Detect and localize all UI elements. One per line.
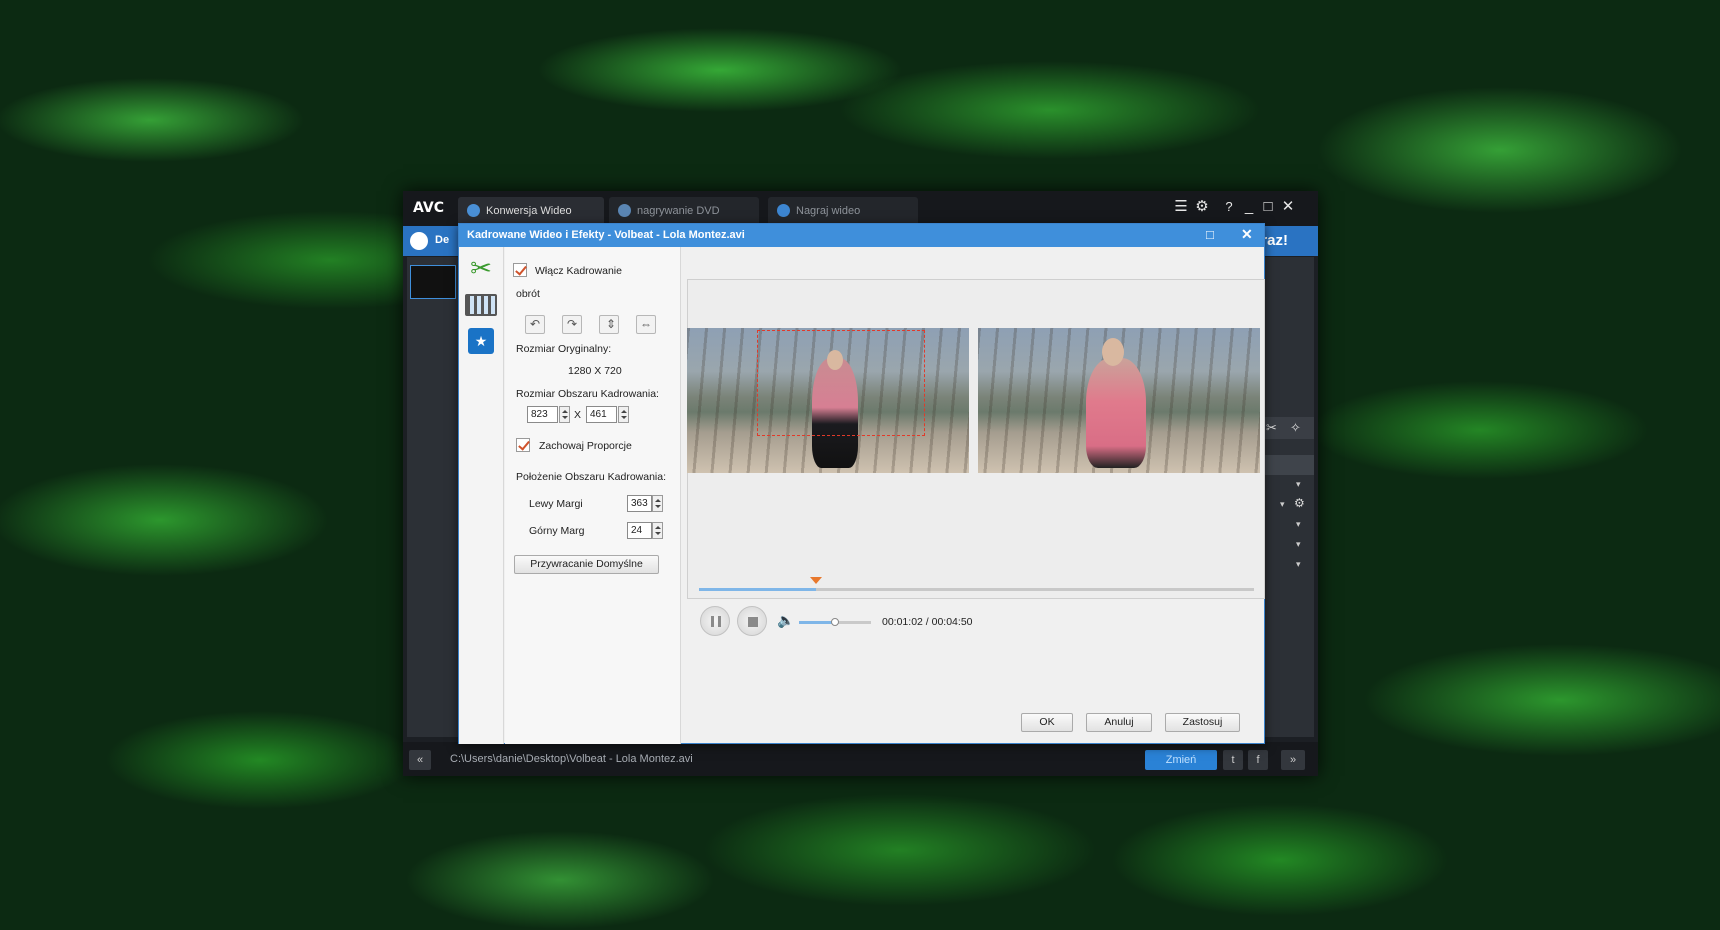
crop-position-label: Położenie Obszaru Kadrowania: — [516, 471, 667, 483]
file-path: C:\Users\danie\Desktop\Volbeat - Lola Mo… — [450, 753, 693, 765]
flip-vertical-icon: ⇕ — [606, 317, 617, 331]
options-panel: ✂ ✧ ▾ ▾ ⚙ ▾ ▾ ▾ — [1260, 257, 1314, 737]
ok-button[interactable]: OK — [1021, 713, 1073, 732]
disc-icon — [618, 204, 631, 217]
collapse-left-button[interactable]: « — [409, 750, 431, 770]
tab-label: nagrywanie DVD — [637, 205, 720, 217]
watermark-star-icon[interactable]: ★ — [468, 328, 494, 354]
seek-progress — [699, 588, 816, 591]
crop-height-stepper[interactable] — [618, 406, 629, 423]
crop-scissors-icon[interactable]: ✂ — [465, 252, 497, 284]
minimize-icon[interactable]: _ — [1241, 198, 1257, 216]
keep-ratio-label: Zachowaj Proporcje — [539, 440, 632, 452]
dialog-title-bar: Kadrowane Wideo i Efekty - Volbeat - Lol… — [459, 224, 1264, 247]
upgrade-label: Zmień — [1165, 754, 1197, 766]
rotate-right-icon: ↷ — [567, 317, 578, 331]
chevron-down-icon[interactable]: ▾ — [1296, 559, 1301, 570]
tool-strip: ✂ ★ — [459, 247, 504, 744]
chevron-down-icon[interactable]: ▾ — [1296, 539, 1301, 550]
crop-width-input[interactable]: 823 — [527, 406, 558, 423]
crop-settings-panel: Włącz Kadrowanie obrót ↶ ↷ ⇕ ⇔ Rozmiar O… — [505, 247, 681, 744]
flip-vertical-button[interactable]: ⇕ — [599, 315, 619, 334]
settings-gear-icon[interactable]: ⚙ — [1294, 496, 1305, 510]
dialog-title: Kadrowane Wideo i Efekty - Volbeat - Lol… — [467, 229, 745, 241]
crop-height-input[interactable]: 461 — [586, 406, 617, 423]
dialog-close-icon[interactable]: ✕ — [1241, 226, 1253, 243]
volume-slider[interactable] — [799, 618, 871, 626]
top-margin-label: Górny Marg — [529, 525, 585, 537]
tab-dvd-burning[interactable]: nagrywanie DVD — [609, 197, 759, 224]
stop-button[interactable] — [737, 606, 767, 636]
original-size-value: 1280 X 720 — [568, 365, 622, 377]
restore-defaults-button[interactable]: Przywracanie Domyślne — [514, 555, 659, 574]
crop-marker-icon[interactable] — [809, 577, 822, 584]
video-subject — [1086, 358, 1146, 468]
crop-effects-dialog: Kadrowane Wideo i Efekty - Volbeat - Lol… — [458, 223, 1265, 744]
chevron-down-icon[interactable]: ▾ — [1296, 479, 1301, 490]
volume-icon[interactable]: 🔈 — [777, 612, 794, 629]
upgrade-button[interactable]: Zmień — [1145, 750, 1217, 770]
crop-area-size-label: Rozmiar Obszaru Kadrowania: — [516, 388, 659, 400]
keep-ratio-checkbox[interactable] — [516, 438, 530, 452]
tab-video-conversion[interactable]: Konwersja Wideo — [458, 197, 604, 224]
add-disc-icon[interactable] — [410, 232, 428, 250]
volume-handle[interactable] — [831, 618, 839, 626]
flip-horizontal-icon: ⇔ — [640, 317, 652, 331]
file-list-panel — [407, 257, 459, 737]
chevron-down-icon[interactable]: ▾ — [1296, 519, 1301, 530]
crop-width-stepper[interactable] — [559, 406, 570, 423]
left-margin-input[interactable]: 363 — [627, 495, 652, 512]
rotate-left-button[interactable]: ↶ — [525, 315, 545, 334]
seek-bar[interactable] — [699, 588, 1254, 591]
facebook-icon[interactable]: f — [1248, 750, 1268, 770]
status-bar: « C:\Users\danie\Desktop\Volbeat - Lola … — [403, 742, 1318, 776]
scissors-icon[interactable]: ✂ — [1266, 420, 1277, 436]
tab-record-video[interactable]: Nagraj wideo — [768, 197, 918, 224]
original-video-preview[interactable] — [687, 328, 969, 473]
rotate-right-button[interactable]: ↷ — [562, 315, 582, 334]
edit-toolbar: ✂ ✧ — [1260, 417, 1314, 439]
enable-crop-label: Włącz Kadrowanie — [535, 265, 622, 277]
close-icon[interactable]: ✕ — [1280, 198, 1296, 216]
convert-icon — [467, 204, 480, 217]
gear-icon[interactable]: ⚙ — [1194, 198, 1210, 216]
original-size-label: Rozmiar Oryginalny: — [516, 343, 612, 355]
pause-icon — [711, 616, 721, 627]
pause-button[interactable] — [700, 606, 730, 636]
apply-button[interactable]: Zastosuj — [1165, 713, 1240, 732]
option-row[interactable] — [1260, 455, 1314, 475]
twitter-icon[interactable]: t — [1223, 750, 1243, 770]
top-margin-stepper[interactable] — [652, 522, 663, 539]
title-bar: AVC Konwersja Wideo nagrywanie DVD Nagra… — [403, 191, 1318, 226]
volume-level — [799, 621, 835, 624]
maximize-icon[interactable]: □ — [1260, 198, 1276, 216]
left-margin-stepper[interactable] — [652, 495, 663, 512]
enable-crop-checkbox[interactable] — [513, 263, 527, 277]
crop-rectangle[interactable] — [757, 330, 925, 436]
film-effects-icon[interactable] — [465, 294, 497, 316]
tab-label: Konwersja Wideo — [486, 205, 572, 217]
stop-icon — [748, 617, 758, 627]
cancel-button[interactable]: Anuluj — [1086, 713, 1152, 732]
app-label-fragment: De — [435, 234, 450, 246]
crop-x-separator: X — [574, 409, 582, 421]
expand-right-button[interactable]: » — [1281, 750, 1305, 770]
playback-time: 00:01:02 / 00:04:50 — [882, 616, 973, 628]
output-video-preview — [978, 328, 1260, 473]
magic-wand-icon[interactable]: ✧ — [1290, 420, 1301, 436]
file-thumbnail[interactable] — [410, 265, 456, 299]
play-icon — [777, 204, 790, 217]
app-logo: AVC — [413, 200, 444, 216]
flip-horizontal-button[interactable]: ⇔ — [636, 315, 656, 334]
tab-label: Nagraj wideo — [796, 205, 861, 217]
rotate-left-icon: ↶ — [530, 317, 541, 331]
menu-icon[interactable]: ☰ — [1173, 198, 1189, 216]
top-margin-input[interactable]: 24 — [627, 522, 652, 539]
rotation-label: obrót — [516, 288, 540, 300]
chevron-down-icon[interactable]: ▾ — [1280, 499, 1285, 510]
video-subject-head — [1102, 338, 1124, 366]
left-margin-label: Lewy Margi — [529, 498, 583, 510]
dialog-maximize-icon[interactable]: □ — [1206, 227, 1214, 242]
help-icon[interactable]: ? — [1221, 198, 1237, 216]
